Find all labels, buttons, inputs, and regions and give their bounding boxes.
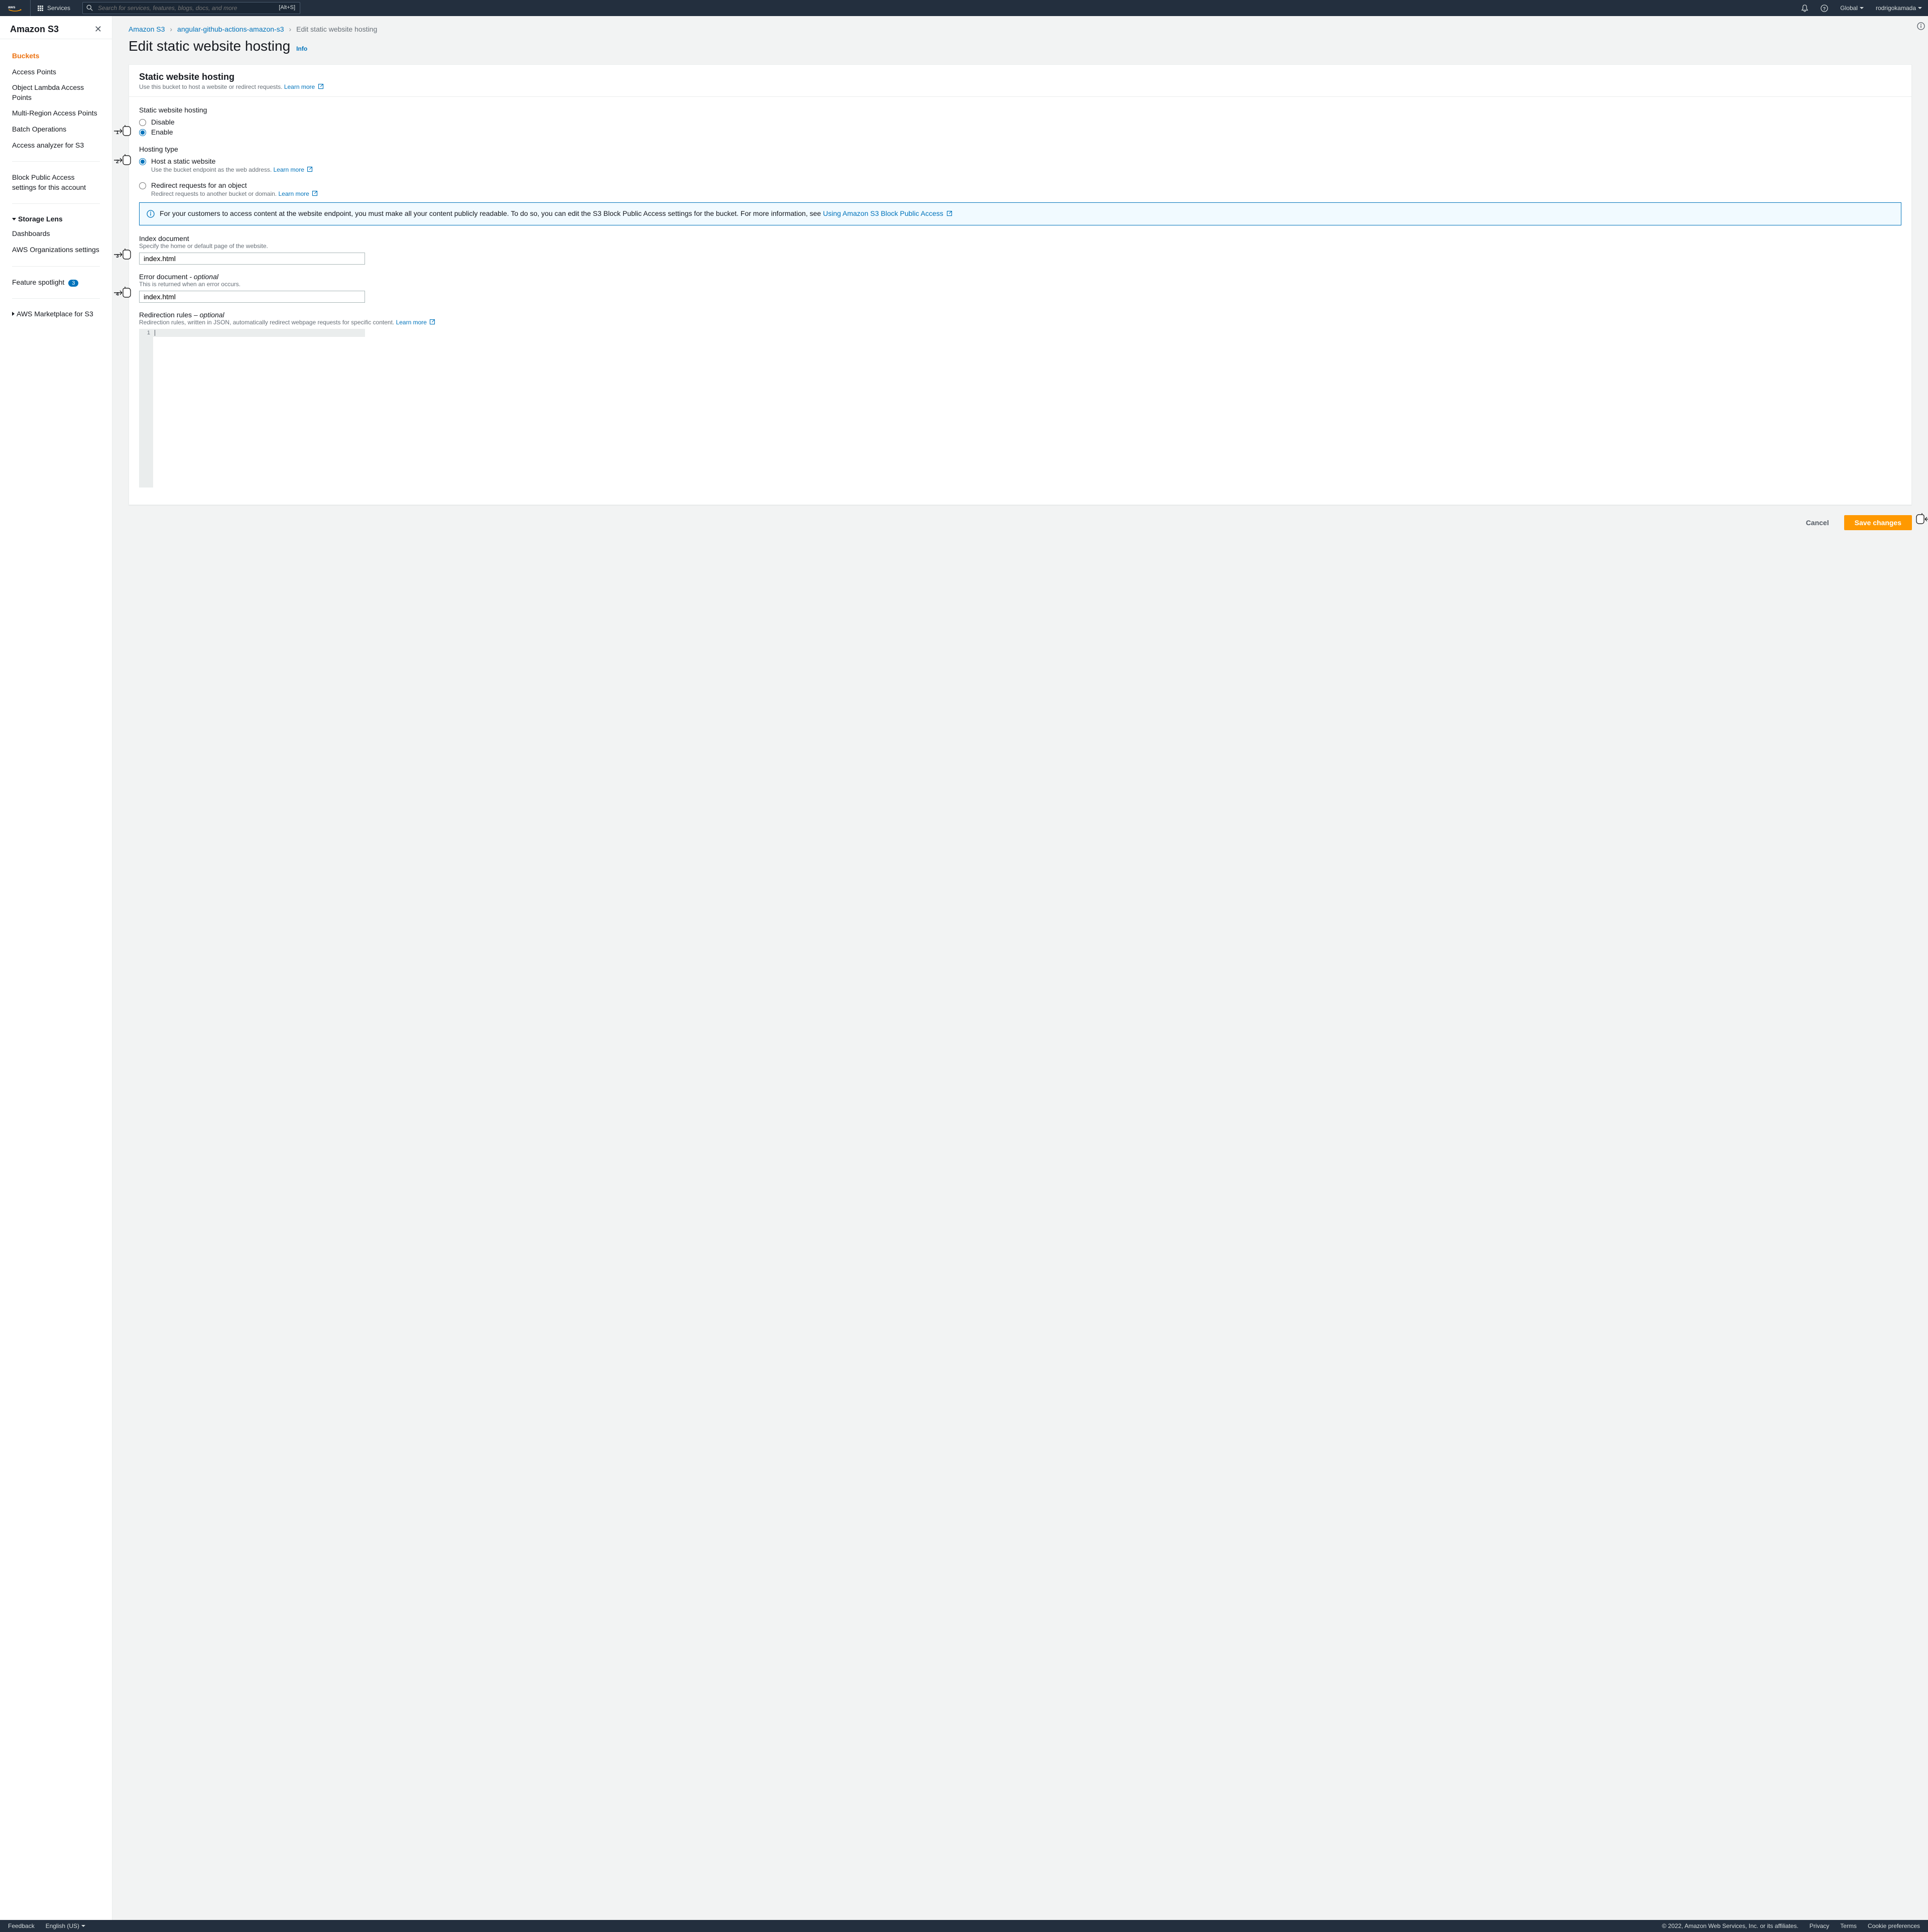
feature-badge: 3 (68, 280, 78, 287)
annotation-hand-5: 5 (1916, 515, 1928, 526)
index-document-input[interactable] (139, 253, 365, 265)
top-navigation: aws Services [Alt+S] ? Global rodrigokam… (0, 0, 1928, 16)
learn-more-link[interactable]: Learn more (284, 83, 324, 90)
feedback-link[interactable]: Feedback (8, 1922, 35, 1929)
chevron-down-icon (12, 218, 16, 220)
breadcrumb-current: Edit static website hosting (296, 25, 377, 33)
services-label: Services (47, 5, 70, 12)
error-document-label: Error document - optional (139, 273, 1901, 281)
index-document-hint: Specify the home or default page of the … (139, 243, 1901, 250)
page-title: Edit static website hosting (129, 38, 290, 54)
learn-more-link[interactable]: Learn more (278, 190, 318, 197)
chevron-down-icon (81, 1925, 85, 1927)
external-link-icon (312, 190, 318, 196)
external-link-icon (429, 319, 435, 325)
redirect-sub: Redirect requests to another bucket or d… (151, 190, 1901, 197)
learn-more-link[interactable]: Learn more (396, 319, 436, 326)
info-panel-toggle[interactable] (1917, 22, 1925, 32)
block-public-access-link[interactable]: Using Amazon S3 Block Public Access (823, 209, 952, 217)
search-wrapper: [Alt+S] (82, 2, 300, 14)
index-document-label: Index document (139, 234, 1901, 243)
save-changes-button[interactable]: Save changes (1844, 515, 1912, 530)
chevron-down-icon (1918, 7, 1922, 9)
search-icon (86, 5, 93, 13)
hosting-type-label: Hosting type (139, 145, 1901, 153)
sidebar-item-block-public[interactable]: Block Public Access settings for this ac… (8, 170, 104, 195)
search-input[interactable] (82, 2, 300, 14)
main-content: Amazon S3 › angular-github-actions-amazo… (112, 16, 1928, 1920)
external-link-icon (946, 210, 952, 216)
sidebar: Amazon S3 ✕ Buckets Access Points Object… (0, 16, 112, 1920)
chevron-right-icon: › (170, 25, 172, 33)
annotation-hand-4: 4 (113, 289, 131, 300)
redirection-rules-editor[interactable]: 1 (139, 329, 365, 488)
sidebar-item-mrap[interactable]: Multi-Region Access Points (8, 105, 104, 122)
sidebar-item-feature-spotlight[interactable]: Feature spotlight3 (8, 275, 104, 291)
error-document-hint: This is returned when an error occurs. (139, 281, 1901, 288)
chevron-down-icon (1860, 7, 1864, 9)
grid-icon (38, 6, 43, 11)
cancel-button[interactable]: Cancel (1796, 515, 1839, 530)
breadcrumb-bucket[interactable]: angular-github-actions-amazon-s3 (177, 25, 284, 33)
info-link[interactable]: Info (296, 45, 307, 52)
info-alert: For your customers to access content at … (139, 202, 1901, 225)
sidebar-item-buckets[interactable]: Buckets (8, 48, 104, 64)
radio-disable[interactable]: Disable (139, 118, 1901, 126)
host-static-sub: Use the bucket endpoint as the web addre… (151, 166, 1901, 173)
learn-more-link[interactable]: Learn more (274, 166, 313, 173)
redirection-rules-label: Redirection rules – optional (139, 311, 1901, 319)
sidebar-title: Amazon S3 (10, 24, 59, 35)
error-document-input[interactable] (139, 291, 365, 303)
info-icon (147, 210, 155, 218)
annotation-hand-1: 1 (113, 127, 131, 138)
language-selector[interactable]: English (US) (46, 1922, 85, 1929)
svg-text:?: ? (1823, 6, 1826, 11)
static-website-hosting-panel: Static website hosting Use this bucket t… (129, 64, 1912, 505)
swh-label: Static website hosting (139, 106, 1901, 114)
annotation-hand-2: 2 (113, 156, 131, 167)
services-menu[interactable]: Services (31, 5, 77, 12)
footer: Feedback English (US) © 2022, Amazon Web… (0, 1920, 1928, 1932)
notifications-button[interactable] (1795, 0, 1815, 16)
sidebar-item-dashboards[interactable]: Dashboards (8, 226, 104, 242)
help-button[interactable]: ? (1815, 0, 1834, 16)
copyright: © 2022, Amazon Web Services, Inc. or its… (1662, 1922, 1798, 1929)
sidebar-item-olap[interactable]: Object Lambda Access Points (8, 80, 104, 105)
aws-logo[interactable]: aws (0, 0, 31, 16)
sidebar-group-storage-lens[interactable]: Storage Lens (8, 212, 104, 226)
account-menu[interactable]: rodrigokamada (1870, 0, 1928, 16)
sidebar-item-batch[interactable]: Batch Operations (8, 122, 104, 138)
region-selector[interactable]: Global (1834, 0, 1870, 16)
terms-link[interactable]: Terms (1840, 1922, 1857, 1929)
chevron-right-icon: › (289, 25, 292, 33)
breadcrumb-s3[interactable]: Amazon S3 (129, 25, 165, 33)
redirection-rules-hint: Redirection rules, written in JSON, auto… (139, 319, 1901, 326)
sidebar-item-access-points[interactable]: Access Points (8, 64, 104, 80)
annotation-hand-3: 3 (113, 251, 131, 262)
sidebar-item-aws-orgs[interactable]: AWS Organizations settings (8, 242, 104, 258)
close-sidebar-icon[interactable]: ✕ (94, 24, 102, 35)
sidebar-item-marketplace[interactable]: AWS Marketplace for S3 (8, 307, 104, 321)
radio-enable[interactable]: Enable 1 (139, 128, 1901, 136)
cookie-preferences-link[interactable]: Cookie preferences (1868, 1922, 1920, 1929)
privacy-link[interactable]: Privacy (1810, 1922, 1829, 1929)
svg-text:aws: aws (8, 5, 16, 9)
search-shortcut: [Alt+S] (279, 5, 295, 11)
panel-description: Use this bucket to host a website or red… (139, 83, 1901, 90)
sidebar-item-access-analyzer[interactable]: Access analyzer for S3 (8, 138, 104, 154)
radio-host-static[interactable]: Host a static website 2 (139, 157, 1901, 165)
external-link-icon (318, 83, 324, 89)
panel-title: Static website hosting (139, 72, 1901, 82)
radio-redirect[interactable]: Redirect requests for an object (139, 181, 1901, 189)
external-link-icon (307, 166, 313, 172)
breadcrumb: Amazon S3 › angular-github-actions-amazo… (112, 16, 1928, 35)
chevron-right-icon (12, 312, 15, 316)
